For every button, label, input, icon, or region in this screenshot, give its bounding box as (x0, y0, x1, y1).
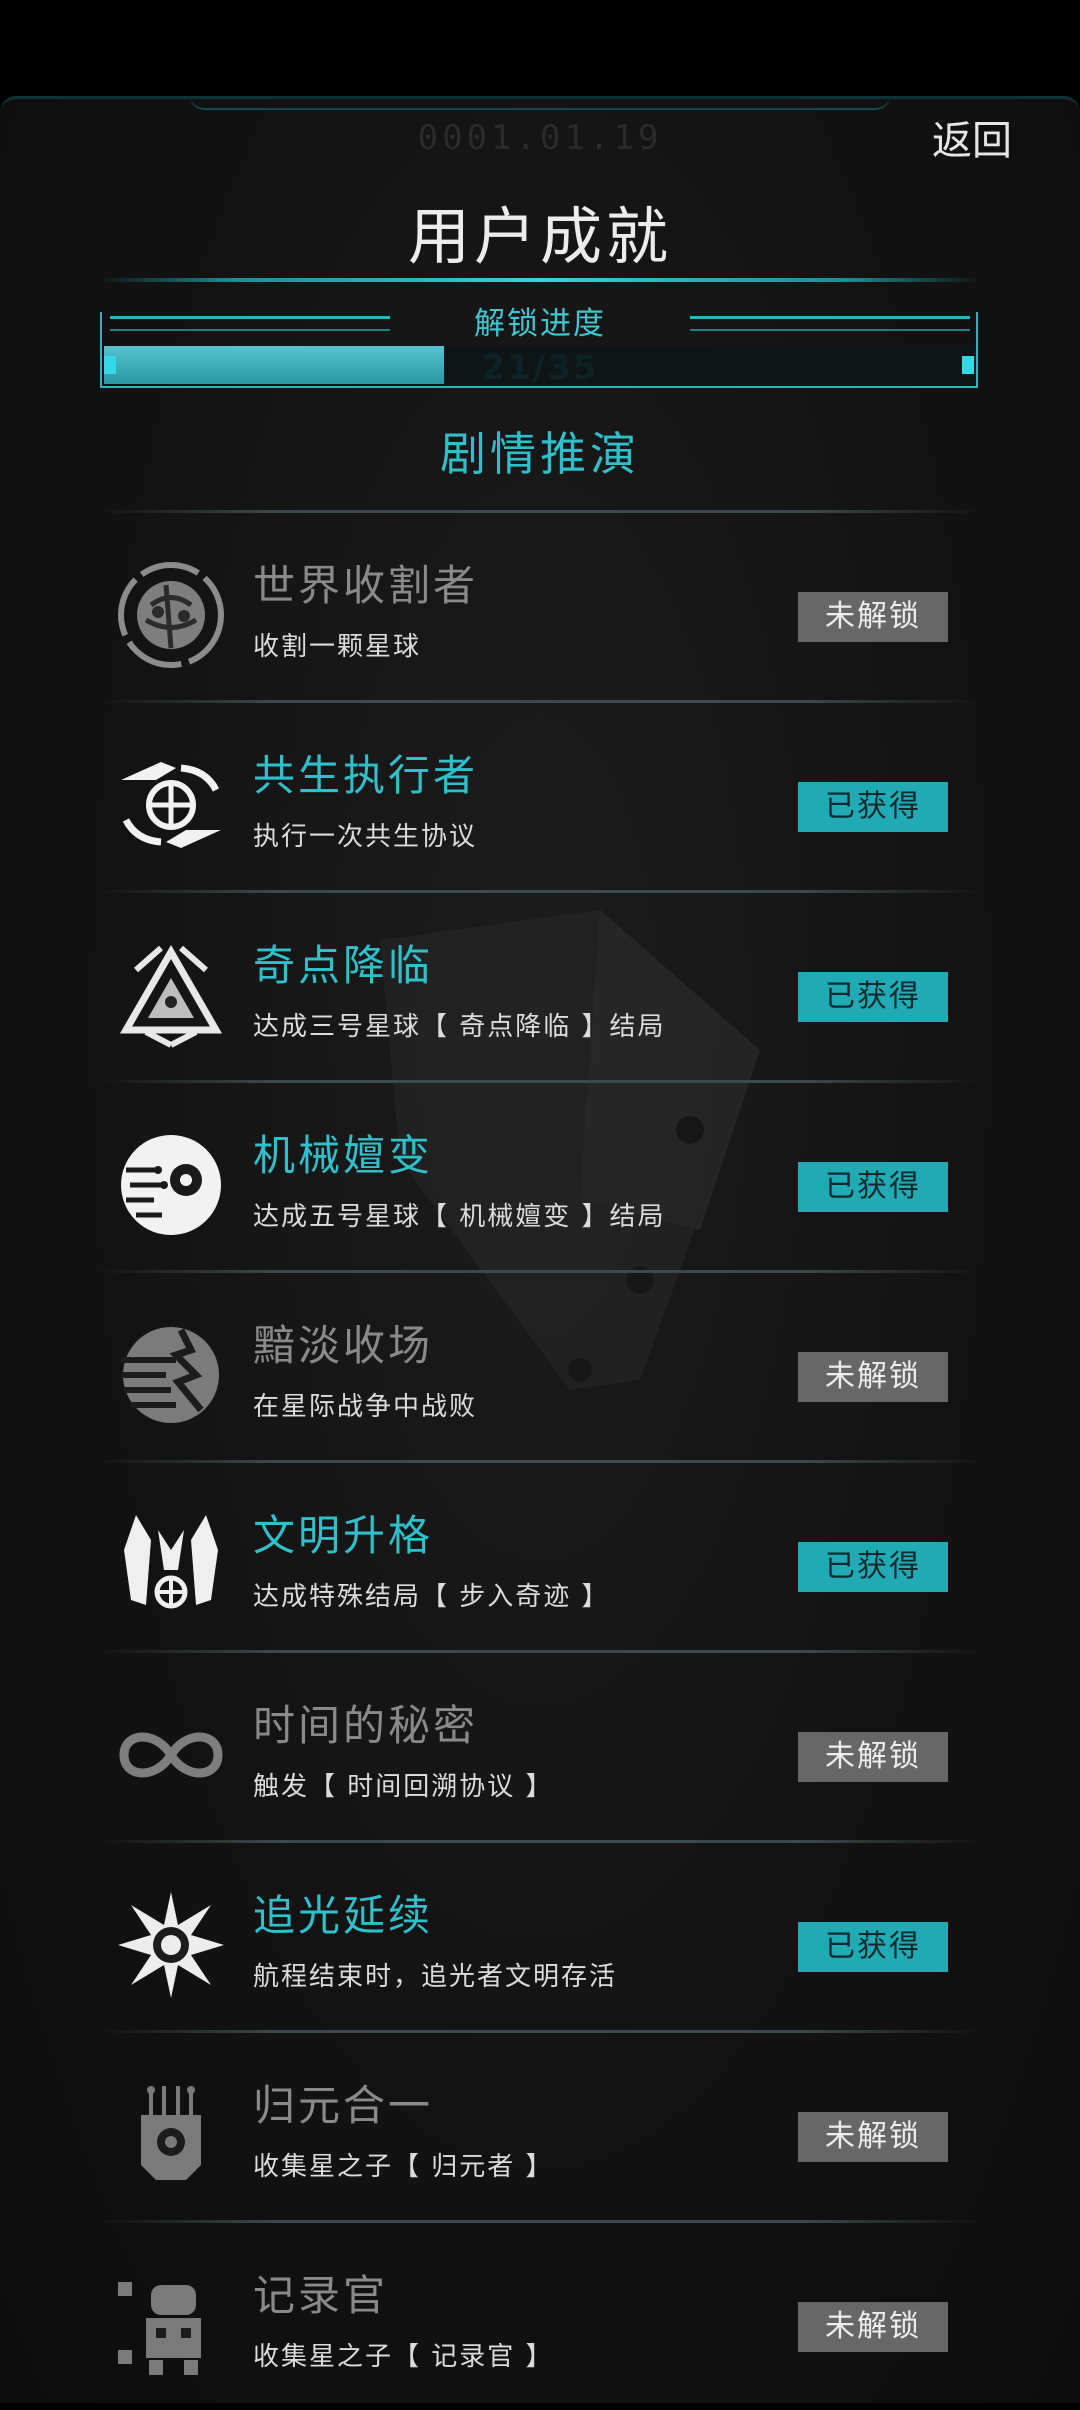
achievement-name: 世界收割者 (253, 561, 479, 610)
achievement-desc: 在星际战争中战败 (253, 1392, 478, 1422)
shattered-planet-icon (121, 1327, 219, 1423)
achievement-row[interactable]: 奇点降临 达成三号星球【 奇点降临 】结局 已获得 (100, 890, 980, 1080)
winged-emblem-icon (124, 1515, 218, 1609)
achievement-name: 黯淡收场 (253, 1321, 434, 1370)
symbiosis-globe-icon (121, 762, 221, 848)
achievement-desc: 收集星之子【 归元者 】 (253, 2152, 554, 2182)
achievement-row[interactable]: 文明升格 达成特殊结局【 步入奇迹 】 已获得 (100, 1460, 980, 1650)
achievement-row[interactable]: 共生执行者 执行一次共生协议 已获得 (100, 700, 980, 890)
row-divider (100, 2220, 980, 2223)
achievement-desc: 触发【 时间回溯协议 】 (253, 1772, 554, 1802)
status-bar (0, 0, 1080, 96)
status-badge: 未解锁 (798, 592, 948, 642)
row-divider (100, 1650, 980, 1653)
achievement-row[interactable]: 机械嬗变 达成五号星球【 机械嬗变 】结局 已获得 (100, 1080, 980, 1270)
title-divider (100, 278, 980, 282)
status-badge: 未解锁 (798, 1352, 948, 1402)
achievement-name: 奇点降临 (253, 941, 434, 990)
status-badge: 已获得 (798, 1542, 948, 1592)
back-button[interactable]: 返回 (932, 108, 1012, 166)
row-divider (100, 1460, 980, 1463)
achievement-desc: 达成五号星球【 机械嬗变 】结局 (253, 1202, 666, 1232)
row-divider (100, 510, 980, 513)
achievement-row[interactable]: 世界收割者 收割一颗星球 未解锁 (100, 510, 980, 700)
row-divider (100, 700, 980, 703)
status-badge: 已获得 (798, 1922, 948, 1972)
achievement-row[interactable]: 黯淡收场 在星际战争中战败 未解锁 (100, 1270, 980, 1460)
row-divider (100, 2030, 980, 2033)
achievement-name: 机械嬗变 (253, 1131, 434, 1180)
achievement-desc: 达成三号星球【 奇点降临 】结局 (253, 1012, 666, 1042)
page-title: 用户成就 (407, 200, 672, 273)
achievement-desc: 收集星之子【 记录官 】 (253, 2342, 554, 2372)
section-title: 剧情推演 (440, 427, 640, 481)
achievement-name: 追光延续 (253, 1891, 434, 1940)
achievement-desc: 航程结束时，追光者文明存活 (253, 1962, 618, 1992)
achievement-row[interactable]: 记录官 收集星之子【 记录官 】 未解锁 (100, 2220, 980, 2410)
row-divider (100, 890, 980, 893)
achievement-name: 时间的秘密 (253, 1701, 479, 1750)
achievement-desc: 达成特殊结局【 步入奇迹 】 (253, 1582, 610, 1612)
status-badge: 未解锁 (798, 2302, 948, 2352)
circuit-mask-icon (141, 2086, 201, 2180)
recorder-robot-icon (118, 2282, 201, 2375)
cyber-eye-icon (121, 1135, 221, 1235)
status-badge: 已获得 (798, 782, 948, 832)
row-divider (100, 1840, 980, 1843)
date-display: 0001.01.19 (417, 118, 663, 158)
achievement-row[interactable]: 追光延续 航程结束时，追光者文明存活 已获得 (100, 1840, 980, 2030)
achievement-desc: 执行一次共生协议 (253, 822, 478, 852)
status-badge: 未解锁 (798, 1732, 948, 1782)
status-badge: 已获得 (798, 1162, 948, 1212)
radiant-sun-icon (118, 1892, 224, 1998)
progress-count: 21/35 (481, 348, 599, 388)
achievement-name: 文明升格 (253, 1511, 434, 1560)
status-badge: 未解锁 (798, 2112, 948, 2162)
achievement-name: 归元合一 (253, 2081, 434, 2130)
achievement-desc: 收割一颗星球 (253, 632, 422, 662)
infinity-icon (119, 1732, 223, 1778)
achievement-name: 记录官 (253, 2271, 389, 2320)
achievement-name: 共生执行者 (253, 751, 479, 800)
status-badge: 已获得 (798, 972, 948, 1022)
achievement-row[interactable]: 归元合一 收集星之子【 归元者 】 未解锁 (100, 2030, 980, 2220)
row-divider (100, 1270, 980, 1273)
row-divider (100, 1080, 980, 1083)
singularity-triangle-icon (119, 944, 223, 1048)
planet-harvest-icon (118, 562, 224, 668)
achievement-row[interactable]: 时间的秘密 触发【 时间回溯协议 】 未解锁 (100, 1650, 980, 1840)
